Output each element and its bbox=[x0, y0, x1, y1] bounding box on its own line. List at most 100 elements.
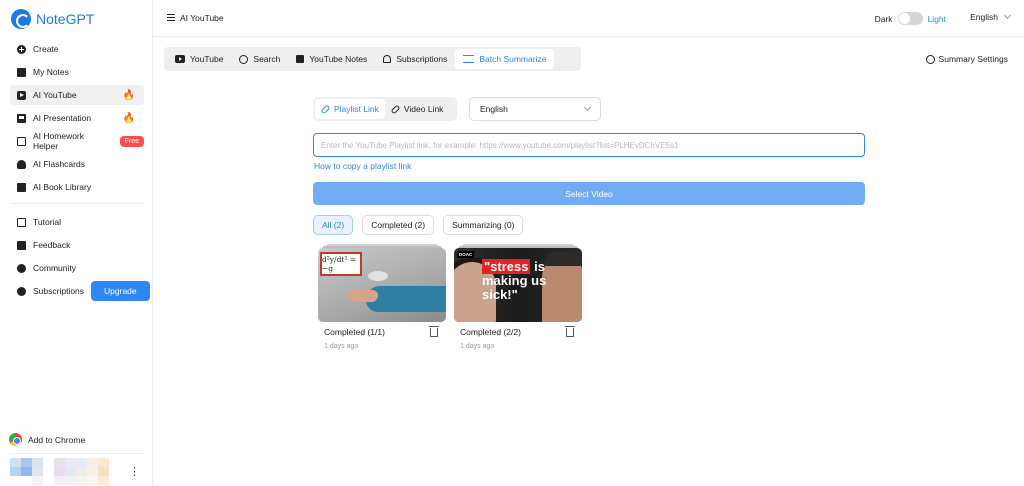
summary-settings-button[interactable]: Summary Settings bbox=[925, 54, 1008, 64]
link-icon bbox=[390, 104, 401, 114]
sidebar-item-label: Tutorial bbox=[33, 217, 62, 227]
filter-summarizing[interactable]: Summarizing (0) bbox=[443, 215, 524, 235]
theme-light-label: Light bbox=[927, 13, 946, 24]
batch-card[interactable]: d²y/dt² = −g Completed (1/1) 1 days ago bbox=[318, 244, 446, 350]
sidebar-item-label: Create bbox=[33, 44, 59, 54]
tab-batch-summarize[interactable]: Batch Summarize bbox=[455, 49, 555, 69]
discord-icon bbox=[17, 263, 26, 273]
filter-all[interactable]: All (2) bbox=[313, 215, 354, 235]
sidebar-item-label: Subscriptions bbox=[33, 286, 85, 296]
avatar bbox=[10, 457, 120, 485]
gear-icon bbox=[925, 54, 935, 64]
tab-youtube-notes[interactable]: YouTube Notes bbox=[288, 49, 375, 69]
card-status: Completed (2/2) bbox=[460, 327, 521, 337]
book-icon bbox=[17, 182, 26, 192]
sidebar-item-label: AI Book Library bbox=[33, 182, 92, 192]
logo[interactable]: NoteGPT bbox=[11, 9, 94, 29]
notebook-icon bbox=[17, 67, 26, 77]
sidebar-item-create[interactable]: Create bbox=[10, 39, 144, 59]
sidebar-item-label: AI Presentation bbox=[33, 113, 92, 123]
status-filters: All (2) Completed (2) Summarizing (0) bbox=[313, 215, 524, 235]
arm-shape bbox=[366, 286, 446, 312]
header: AI YouTube Dark Light English bbox=[153, 0, 1024, 37]
sidebar-item-ai-flashcards[interactable]: AI Flashcards bbox=[10, 154, 144, 174]
tab-search[interactable]: Search bbox=[231, 49, 288, 69]
sidebar-item-label: Feedback bbox=[33, 240, 71, 250]
add-to-chrome-label: Add to Chrome bbox=[28, 434, 86, 445]
theme-dark-label: Dark bbox=[874, 13, 893, 24]
sidebar-item-ai-homework-helper[interactable]: AI Homework Helper Free bbox=[10, 131, 144, 151]
palm-shape bbox=[348, 290, 378, 302]
plus-circle-icon bbox=[17, 44, 26, 54]
sidebar-item-tutorial[interactable]: Tutorial bbox=[10, 212, 144, 232]
flashcards-icon bbox=[17, 159, 26, 169]
tab-label: YouTube Notes bbox=[309, 54, 368, 64]
batch-card[interactable]: DOAC "stress is making us sick!" Complet… bbox=[454, 244, 582, 350]
app-name: NoteGPT bbox=[36, 11, 95, 27]
playlist-link-option[interactable]: Playlist Link bbox=[315, 99, 385, 119]
page-title: AI YouTube bbox=[180, 13, 224, 23]
link-icon bbox=[320, 104, 331, 114]
select-video-button[interactable]: Select Video bbox=[313, 182, 865, 205]
theme-toggle[interactable] bbox=[897, 12, 923, 25]
add-to-chrome-link[interactable]: Add to Chrome bbox=[9, 433, 85, 446]
video-thumbnail[interactable]: DOAC "stress is making us sick!" bbox=[454, 248, 582, 322]
upgrade-button[interactable]: Upgrade bbox=[91, 281, 150, 301]
free-badge: Free bbox=[119, 135, 144, 147]
list-icon bbox=[463, 55, 475, 63]
tab-label: YouTube bbox=[190, 54, 224, 64]
trash-icon[interactable] bbox=[429, 325, 439, 337]
selected-language: English bbox=[480, 104, 508, 114]
option-label: Video Link bbox=[403, 104, 444, 114]
summary-language-select[interactable]: English bbox=[469, 97, 601, 121]
headline-highlight: "stress bbox=[482, 259, 531, 274]
youtube-icon bbox=[17, 90, 26, 100]
video-thumbnail[interactable]: d²y/dt² = −g bbox=[318, 248, 446, 322]
how-to-copy-link[interactable]: How to copy a playlist link bbox=[314, 161, 411, 171]
sidebar-item-community[interactable]: Community bbox=[10, 258, 144, 278]
fire-icon: 🔥 bbox=[122, 112, 135, 124]
card-time: 1 days ago bbox=[324, 343, 359, 350]
divider bbox=[10, 203, 144, 204]
tab-subscriptions[interactable]: Subscriptions bbox=[375, 49, 455, 69]
sidebar-item-ai-book-library[interactable]: AI Book Library bbox=[10, 177, 144, 197]
more-vertical-icon[interactable]: ⋮ bbox=[129, 465, 140, 478]
doac-logo: DOAC bbox=[457, 251, 475, 258]
sidebar-item-ai-youtube[interactable]: AI YouTube 🔥 bbox=[10, 85, 144, 105]
notegpt-logo-icon bbox=[11, 9, 31, 29]
tab-label: Subscriptions bbox=[396, 54, 448, 64]
edit-icon bbox=[17, 217, 26, 227]
feature-tabs: YouTube Search YouTube Notes Subscriptio… bbox=[164, 47, 581, 71]
trash-icon[interactable] bbox=[565, 325, 575, 337]
sidebar-item-ai-presentation[interactable]: AI Presentation 🔥 bbox=[10, 108, 144, 128]
link-type-switch: Playlist Link Video Link bbox=[313, 97, 457, 121]
headline-text: making us bbox=[482, 273, 547, 288]
sidebar-item-label: AI Flashcards bbox=[33, 159, 85, 169]
sidebar-item-feedback[interactable]: Feedback bbox=[10, 235, 144, 255]
fire-icon: 🔥 bbox=[122, 89, 135, 101]
menu-icon[interactable] bbox=[167, 14, 175, 21]
language-dropdown[interactable]: English bbox=[970, 11, 1012, 22]
sidebar-item-label: My Notes bbox=[33, 67, 69, 77]
language-label: English bbox=[970, 12, 998, 22]
playlist-url-input[interactable] bbox=[313, 133, 865, 157]
presentation-icon bbox=[17, 113, 26, 123]
sidebar-item-label: AI Homework Helper bbox=[33, 131, 85, 151]
video-link-option[interactable]: Video Link bbox=[385, 99, 450, 119]
filter-completed[interactable]: Completed (2) bbox=[362, 215, 435, 235]
sidebar-item-subscriptions[interactable]: Subscriptions Upgrade bbox=[10, 281, 150, 301]
chevron-down-icon bbox=[1003, 11, 1012, 20]
tab-label: Search bbox=[253, 54, 281, 64]
user-account[interactable]: ⋮ bbox=[10, 457, 140, 485]
chrome-icon bbox=[9, 433, 22, 446]
document-icon bbox=[17, 240, 26, 250]
headline-text: sick!" bbox=[482, 287, 518, 302]
dollar-icon bbox=[17, 286, 26, 296]
sidebar-item-my-notes[interactable]: My Notes bbox=[10, 62, 144, 82]
equation-box: d²y/dt² = −g bbox=[320, 252, 362, 276]
bell-icon bbox=[383, 55, 392, 63]
card-status: Completed (1/1) bbox=[324, 327, 385, 337]
search-icon bbox=[239, 54, 249, 64]
card-time: 1 days ago bbox=[460, 343, 495, 350]
tab-youtube[interactable]: YouTube bbox=[167, 49, 231, 69]
